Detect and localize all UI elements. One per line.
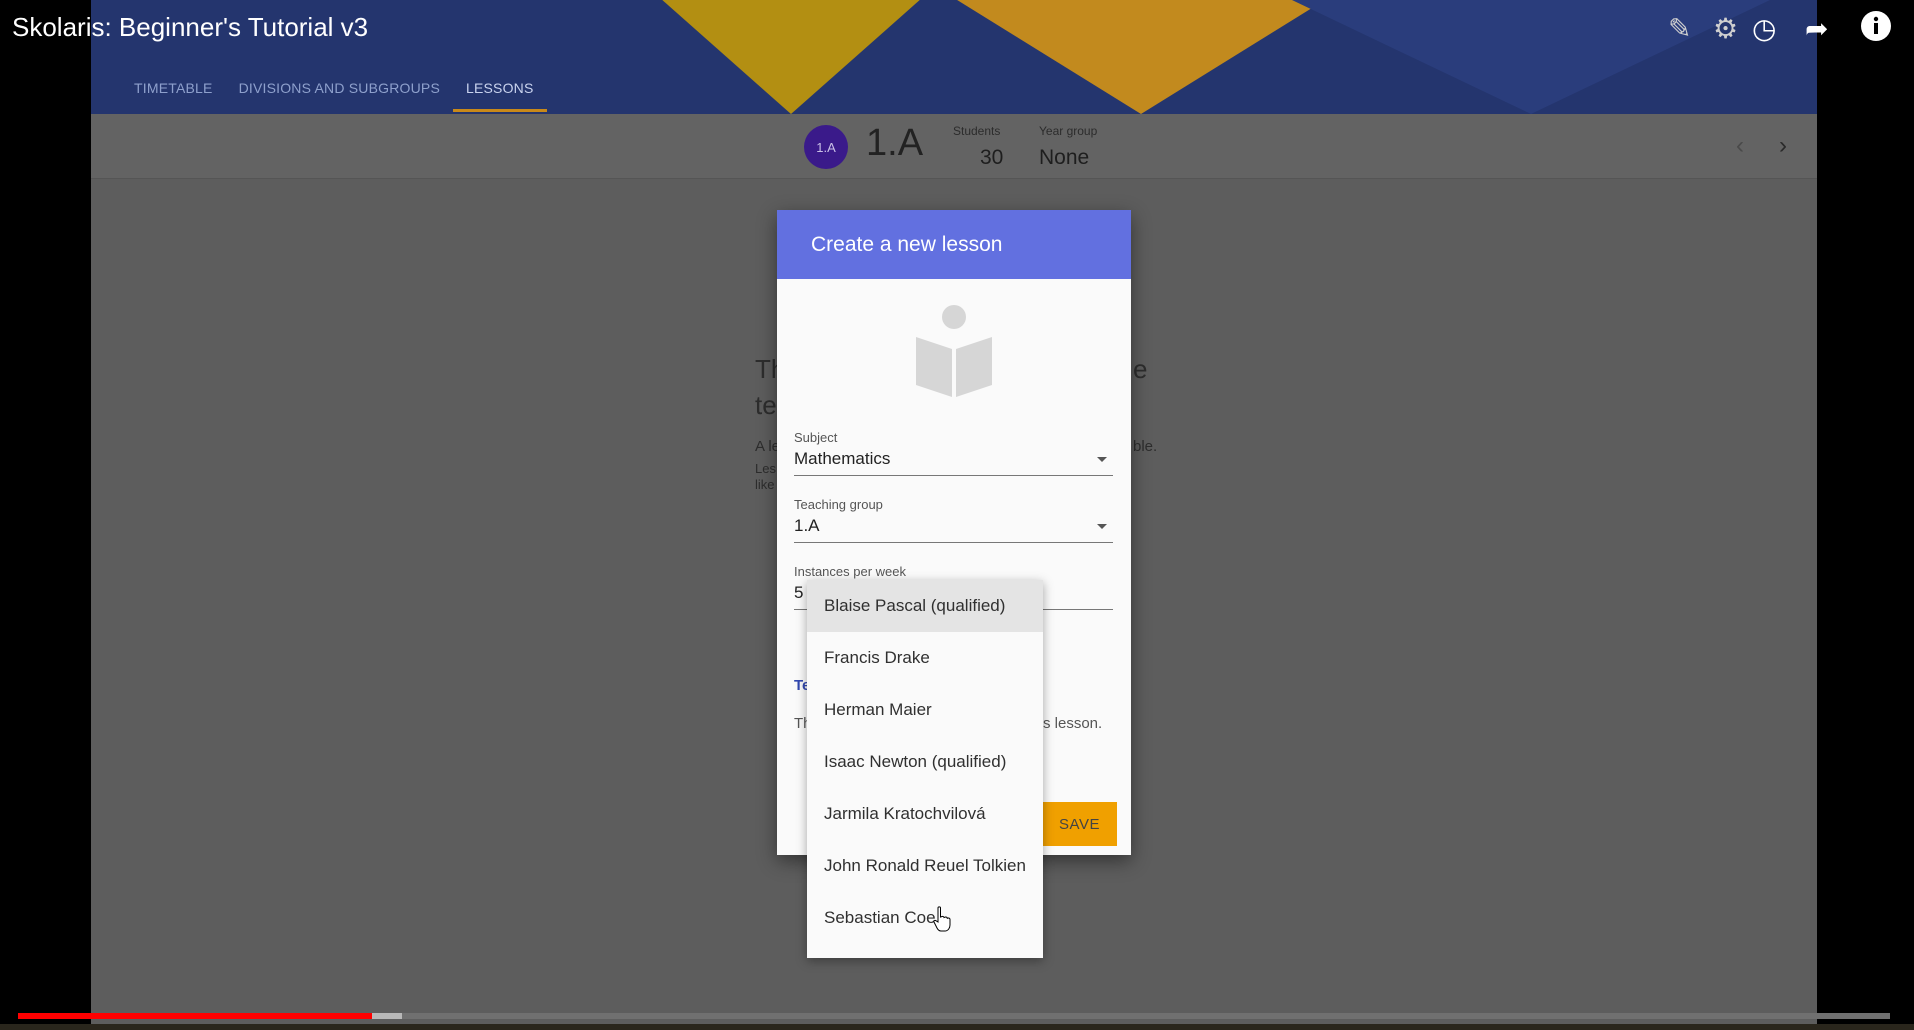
dropdown-option[interactable]: Herman Maier	[807, 684, 1043, 736]
dropdown-option[interactable]: Sebastian Coe	[807, 892, 1043, 944]
pencil-icon[interactable]: ✎	[1668, 12, 1691, 45]
subject-select[interactable]: Mathematics	[794, 449, 1113, 476]
dropdown-option[interactable]: John Ronald Reuel Tolkien	[807, 840, 1043, 892]
class-name: 1.A	[866, 122, 924, 164]
background-text: ble.	[1133, 438, 1158, 455]
dropdown-caret-icon	[1097, 524, 1107, 529]
dropdown-option[interactable]: Isaac Newton (qualified)	[807, 736, 1043, 788]
students-label: Students	[953, 124, 1001, 138]
next-class-icon[interactable]: ›	[1779, 132, 1787, 160]
subject-label: Subject	[794, 430, 838, 445]
dropdown-option[interactable]: Blaise Pascal (qualified)	[807, 580, 1043, 632]
background-text: Les	[755, 461, 776, 476]
info-icon[interactable]	[1860, 10, 1892, 49]
subject-value: Mathematics	[794, 449, 891, 468]
subject-field[interactable]: Subject Mathematics	[794, 430, 1113, 476]
dropdown-option[interactable]: Jarmila Kratochvilová	[807, 788, 1043, 840]
video-progress-bar[interactable]	[18, 1013, 1890, 1019]
hand-cursor-icon	[933, 906, 951, 932]
tab-bar: TIMETABLE DIVISIONS AND SUBGROUPS LESSON…	[121, 72, 547, 112]
tab-divisions-and-subgroups[interactable]: DIVISIONS AND SUBGROUPS	[226, 72, 453, 112]
teachers-note: s lesson.	[1043, 715, 1103, 732]
background-heading: e	[1133, 354, 1148, 384]
share-icon[interactable]: ➦	[1805, 12, 1828, 45]
dropdown-option[interactable]: Francis Drake	[807, 632, 1043, 684]
gear-icon[interactable]: ⚙	[1713, 12, 1738, 45]
dialog-title: Create a new lesson	[777, 210, 1131, 279]
teacher-dropdown-menu: Blaise Pascal (qualified) Francis Drake …	[807, 580, 1043, 958]
teaching-group-field[interactable]: Teaching group 1.A	[794, 497, 1113, 543]
video-title[interactable]: Skolaris: Beginner's Tutorial v3	[12, 12, 368, 43]
video-played-bar	[18, 1013, 372, 1019]
background-text: like	[755, 477, 775, 492]
bottom-strip	[0, 1024, 1914, 1030]
previous-class-icon[interactable]: ‹	[1736, 132, 1744, 160]
save-button[interactable]: SAVE	[1042, 802, 1117, 846]
teaching-group-select[interactable]: 1.A	[794, 516, 1113, 543]
instances-label: Instances per week	[794, 564, 907, 579]
teaching-group-value: 1.A	[794, 516, 820, 535]
year-group-label: Year group	[1039, 124, 1098, 138]
class-avatar: 1.A	[804, 125, 848, 169]
class-info-bar: 1.A 1.A Students 30 Year group None ‹ ›	[91, 114, 1817, 179]
tab-lessons[interactable]: LESSONS	[452, 72, 547, 112]
year-group-value: None	[1039, 146, 1090, 169]
dropdown-caret-icon	[1097, 457, 1107, 462]
background-heading: te	[755, 390, 777, 420]
teaching-group-label: Teaching group	[794, 497, 883, 512]
header-decoration	[651, 0, 931, 114]
students-value: 30	[980, 146, 1004, 169]
clock-icon[interactable]: ◷	[1752, 12, 1776, 45]
book-reader-icon	[914, 305, 994, 400]
tab-timetable[interactable]: TIMETABLE	[121, 72, 226, 112]
